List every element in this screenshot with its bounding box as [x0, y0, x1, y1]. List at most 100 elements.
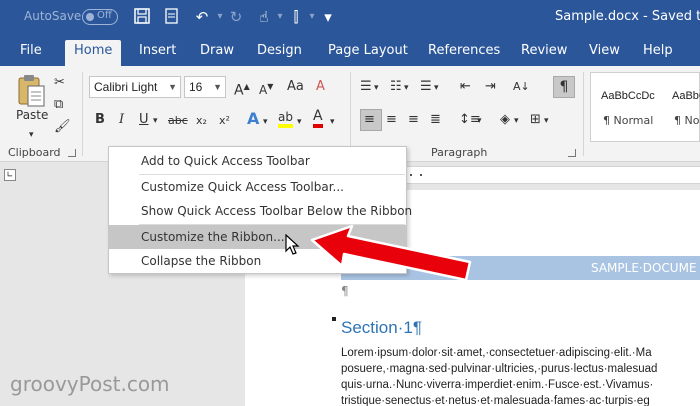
clear-formatting-icon[interactable]: A: [316, 78, 325, 96]
menu-item-collapse-ribbon[interactable]: Collapse the Ribbon: [109, 249, 406, 273]
autosave-label: AutoSave: [24, 9, 82, 23]
font-name-value: Calibri Light: [94, 80, 158, 94]
clipboard-launcher-icon[interactable]: [68, 149, 76, 157]
tab-insert[interactable]: Insert: [139, 42, 176, 66]
ruler-tick: [410, 174, 412, 176]
chevron-down-icon: ▼: [168, 82, 177, 92]
highlight-dropdown-icon[interactable]: ▾: [297, 113, 302, 131]
tab-home[interactable]: Home: [65, 40, 122, 66]
shading-dropdown-icon[interactable]: ▾: [514, 112, 519, 130]
copy-icon[interactable]: ⧉: [54, 96, 63, 114]
decrease-indent-icon[interactable]: ⇤: [460, 78, 471, 96]
menu-item-customize-qat[interactable]: Customize Quick Access Toolbar...: [109, 175, 406, 199]
tab-file[interactable]: File: [20, 42, 42, 66]
font-name-box[interactable]: Calibri Light ▼: [89, 76, 181, 98]
watermark-text: groovyPost.com: [10, 372, 170, 396]
tab-draw[interactable]: Draw: [200, 42, 234, 66]
line-spacing-dropdown-icon[interactable]: ▾: [477, 112, 482, 130]
paste-dropdown-icon[interactable]: ▾: [29, 126, 34, 144]
paste-button-label[interactable]: Paste: [16, 108, 48, 122]
undo-icon[interactable]: ↶: [192, 7, 212, 27]
customize-qat-icon[interactable]: ▾: [318, 7, 338, 27]
style-no-spacing-name[interactable]: ¶ No: [674, 114, 699, 127]
group-divider: [350, 72, 351, 156]
multilevel-list-icon[interactable]: ☰: [420, 78, 432, 96]
shrink-font-icon[interactable]: A▼: [259, 78, 273, 99]
bullets-dropdown-icon[interactable]: ▾: [374, 79, 379, 97]
tab-view[interactable]: View: [589, 42, 620, 66]
borders-dropdown-icon[interactable]: ▾: [544, 112, 549, 130]
italic-button[interactable]: I: [119, 111, 124, 129]
paragraph-group-label: Paragraph: [431, 146, 488, 159]
ribbon-tabs: File Home Insert Draw Design Page Layout…: [0, 36, 700, 66]
tab-page-layout[interactable]: Page Layout: [328, 42, 408, 66]
increase-indent-icon[interactable]: ⇥: [485, 78, 496, 96]
paste-icon[interactable]: [16, 74, 46, 108]
bullets-icon[interactable]: ☰: [360, 78, 372, 96]
text-effects-button[interactable]: A: [247, 110, 259, 128]
tab-help[interactable]: Help: [643, 42, 673, 66]
ruler-tick: [420, 174, 422, 176]
keep-with-next-mark: [332, 317, 336, 321]
clipboard-group-label: Clipboard: [8, 146, 61, 159]
title-bar: AutoSave Off ↶ ▾ ↻ ☝ ▾ ⫿ ▾ ▾ Sample.docx…: [0, 0, 700, 36]
font-color-button[interactable]: A: [313, 109, 323, 128]
menu-item-customize-ribbon[interactable]: Customize the Ribbon...: [109, 225, 406, 249]
style-normal-sample[interactable]: AaBbCcDc: [601, 90, 655, 102]
numbering-icon[interactable]: ☷: [390, 78, 402, 96]
superscript-button[interactable]: x²: [219, 112, 230, 130]
font-color-dropdown-icon[interactable]: ▾: [330, 113, 335, 131]
shading-icon[interactable]: ◈: [500, 111, 510, 129]
autosave-toggle[interactable]: Off: [82, 9, 118, 25]
underline-dropdown-icon[interactable]: ▾: [153, 112, 158, 130]
subscript-button[interactable]: x₂: [196, 112, 207, 130]
tab-review[interactable]: Review: [521, 42, 567, 66]
menu-item-add-to-qat[interactable]: Add to Quick Access Toolbar: [109, 149, 406, 173]
cut-icon[interactable]: ✂: [54, 74, 65, 92]
show-formatting-button[interactable]: ¶: [553, 76, 575, 98]
strikethrough-button[interactable]: abc: [168, 112, 188, 130]
menu-item-show-qat-below[interactable]: Show Quick Access Toolbar Below the Ribb…: [109, 199, 412, 223]
body-line: quis·urna.·Nunc·viverra·imperdiet·enim.·…: [341, 379, 654, 391]
section-heading: Section·1¶: [341, 318, 422, 337]
format-painter-icon[interactable]: 🖌: [54, 118, 71, 136]
autosave-state: Off: [97, 10, 112, 21]
borders-icon[interactable]: ⊞: [530, 111, 541, 129]
align-center-icon[interactable]: ≡: [386, 111, 397, 129]
body-line: tristique·senectus·et·netus·et·malesuada…: [341, 395, 650, 406]
redo-icon[interactable]: ↻: [226, 7, 246, 27]
toggle-knob: [86, 13, 94, 21]
style-no-spacing-sample[interactable]: AaBbCcDc: [672, 90, 700, 102]
grow-font-icon[interactable]: A▲: [234, 78, 250, 100]
justify-icon[interactable]: ≣: [430, 111, 441, 129]
styles-gallery: AaBbCcDc ¶ Normal AaBbCcDc ¶ No: [590, 72, 700, 142]
align-left-icon[interactable]: ≡: [364, 111, 375, 129]
multilevel-dropdown-icon[interactable]: ▾: [434, 79, 439, 97]
sort-icon[interactable]: A↓: [513, 78, 530, 96]
numbering-dropdown-icon[interactable]: ▾: [404, 79, 409, 97]
tab-references[interactable]: References: [428, 42, 500, 66]
body-paragraph: Lorem·ipsum·dolor·sit·amet,·consectetuer…: [341, 345, 700, 406]
group-divider: [82, 72, 83, 156]
text-effects-dropdown-icon[interactable]: ▾: [263, 113, 268, 131]
tab-design[interactable]: Design: [257, 42, 302, 66]
print-preview-icon[interactable]: [162, 7, 182, 27]
style-normal-name[interactable]: ¶ Normal: [603, 114, 653, 127]
tab-selector-icon[interactable]: ∟: [4, 169, 16, 181]
underline-button[interactable]: U: [139, 111, 149, 129]
document-title: Sample.docx - Saved to: [555, 9, 700, 24]
paragraph-launcher-icon[interactable]: [568, 149, 576, 157]
change-case-icon[interactable]: Aa: [287, 78, 304, 96]
ribbon-context-menu: Add to Quick Access Toolbar Customize Qu…: [108, 146, 412, 274]
font-size-box[interactable]: 16 ▼: [184, 76, 226, 98]
align-right-icon[interactable]: ≡: [408, 111, 419, 129]
mouse-pointer-icon: [285, 234, 300, 255]
bold-button[interactable]: B: [95, 111, 105, 129]
save-icon[interactable]: [132, 7, 152, 27]
chevron-down-icon: ▼: [213, 82, 222, 92]
body-line: posuere,·magna·sed·pulvinar·ultricies,·p…: [341, 363, 658, 375]
body-line: Lorem·ipsum·dolor·sit·amet,·consectetuer…: [341, 347, 652, 359]
highlight-button[interactable]: ab: [278, 110, 293, 128]
font-size-value: 16: [189, 80, 203, 94]
group-divider: [583, 72, 584, 156]
